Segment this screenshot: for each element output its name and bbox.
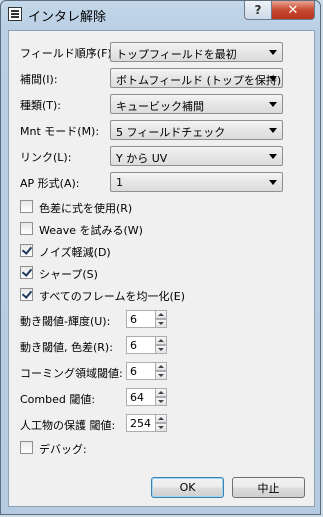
combing-area-stepper[interactable]	[155, 362, 167, 380]
chevron-down-icon	[269, 76, 277, 81]
equalize-frames-label: すべてのフレームを均一化(E)	[39, 290, 185, 303]
motion-chroma-stepper[interactable]	[155, 336, 167, 354]
checkbox-checked-icon[interactable]	[20, 288, 33, 301]
combed-threshold-stepper[interactable]	[155, 388, 167, 406]
link-select[interactable]: Y から UV	[110, 146, 283, 166]
dialog-window: インタレ解除 ? ✕ フィールド順序(F): トップフィールドを最初 補間(I)…	[0, 0, 321, 515]
mnt-mode-row: Mnt モード(M): 5 フィールドチェック	[9, 120, 314, 141]
checkbox-checked-icon[interactable]	[20, 266, 33, 279]
sharpen-label: シャープ(S)	[39, 268, 98, 281]
noise-reduction-label: ノイズ軽減(D)	[39, 246, 111, 259]
motion-luma-row: 動き閾値-輝度(U): 6	[9, 310, 314, 331]
checkbox-box[interactable]	[20, 200, 33, 213]
type-label: 種類(T):	[20, 99, 62, 112]
combed-threshold-value: 64	[130, 391, 144, 404]
interpolation-value: ボトムフィールド (トップを保持)	[116, 74, 282, 87]
combed-threshold-label: Combed 閾値:	[20, 393, 96, 406]
ap-format-select[interactable]: 1	[110, 172, 283, 192]
type-select[interactable]: キュービック補間	[110, 94, 283, 114]
spin-up-icon[interactable]	[155, 336, 167, 345]
field-order-value: トップフィールドを最初	[116, 48, 237, 61]
mnt-mode-select[interactable]: 5 フィールドチェック	[110, 120, 283, 140]
combed-threshold-row: Combed 閾値: 64	[9, 388, 314, 409]
chevron-down-icon	[269, 102, 277, 107]
ok-button[interactable]: OK	[151, 477, 224, 498]
artifact-protect-row: 人工物の保護 閾値: 254	[9, 414, 314, 435]
artifact-protect-stepper[interactable]	[155, 414, 167, 432]
spin-down-icon[interactable]	[155, 397, 167, 406]
motion-luma-label: 動き閾値-輝度(U):	[20, 315, 111, 328]
spin-up-icon[interactable]	[155, 362, 167, 371]
help-button[interactable]: ?	[244, 1, 272, 20]
link-label: リンク(L):	[20, 151, 72, 164]
motion-chroma-label: 動き閾値, 色差(R):	[20, 341, 113, 354]
combing-area-label: コーミング領域閾値:	[20, 367, 123, 380]
close-button[interactable]: ✕	[271, 1, 315, 20]
window-title: インタレ解除	[28, 10, 107, 25]
interpolation-label: 補間(I):	[20, 73, 58, 86]
artifact-protect-input[interactable]: 254	[126, 414, 156, 432]
mnt-mode-value: 5 フィールドチェック	[116, 126, 226, 139]
type-row: 種類(T): キュービック補間	[9, 94, 314, 115]
chevron-down-icon	[269, 154, 277, 159]
interpolation-select[interactable]: ボトムフィールド (トップを保持)	[110, 68, 283, 88]
combing-area-row: コーミング領域閾値: 6	[9, 362, 314, 383]
spin-down-icon[interactable]	[155, 319, 167, 328]
ap-format-value: 1	[116, 176, 123, 189]
app-icon	[8, 7, 22, 21]
debug-label: デバッグ:	[39, 443, 87, 456]
interpolation-row: 補間(I): ボトムフィールド (トップを保持)	[9, 68, 314, 89]
spin-up-icon[interactable]	[155, 388, 167, 397]
cancel-button[interactable]: 中止	[232, 477, 305, 498]
dialog-body: フィールド順序(F): トップフィールドを最初 補間(I): ボトムフィールド …	[8, 30, 315, 507]
spin-down-icon[interactable]	[155, 345, 167, 354]
ap-format-row: AP 形式(A): 1	[9, 172, 314, 193]
chevron-down-icon	[269, 128, 277, 133]
motion-luma-value: 6	[130, 313, 137, 326]
motion-luma-input[interactable]: 6	[126, 310, 156, 328]
title-bar[interactable]: インタレ解除 ? ✕	[1, 1, 320, 27]
artifact-protect-value: 254	[130, 417, 151, 430]
motion-chroma-row: 動き閾値, 色差(R): 6	[9, 336, 314, 357]
mnt-mode-label: Mnt モード(M):	[20, 125, 100, 138]
link-row: リンク(L): Y から UV	[9, 146, 314, 167]
spin-down-icon[interactable]	[155, 423, 167, 432]
type-value: キュービック補間	[116, 100, 204, 113]
link-value: Y から UV	[116, 152, 168, 165]
combed-threshold-input[interactable]: 64	[126, 388, 156, 406]
field-order-row: フィールド順序(F): トップフィールドを最初	[9, 42, 314, 63]
spin-up-icon[interactable]	[155, 414, 167, 423]
field-order-label: フィールド順序(F):	[20, 47, 116, 60]
try-weave-label: Weave を試みる(W)	[39, 224, 143, 237]
artifact-protect-label: 人工物の保護 閾値:	[20, 419, 116, 432]
checkbox-box[interactable]	[20, 441, 33, 454]
chroma-formula-label: 色差に式を使用(R)	[39, 202, 133, 215]
spin-down-icon[interactable]	[155, 371, 167, 380]
checkbox-box[interactable]	[20, 222, 33, 235]
chevron-down-icon	[269, 180, 277, 185]
spin-up-icon[interactable]	[155, 310, 167, 319]
chevron-down-icon	[269, 50, 277, 55]
motion-chroma-value: 6	[130, 339, 137, 352]
motion-chroma-input[interactable]: 6	[126, 336, 156, 354]
motion-luma-stepper[interactable]	[155, 310, 167, 328]
combing-area-input[interactable]: 6	[126, 362, 156, 380]
combing-area-value: 6	[130, 365, 137, 378]
checkbox-checked-icon[interactable]	[20, 244, 33, 257]
ap-format-label: AP 形式(A):	[20, 177, 80, 190]
field-order-select[interactable]: トップフィールドを最初	[110, 42, 283, 62]
